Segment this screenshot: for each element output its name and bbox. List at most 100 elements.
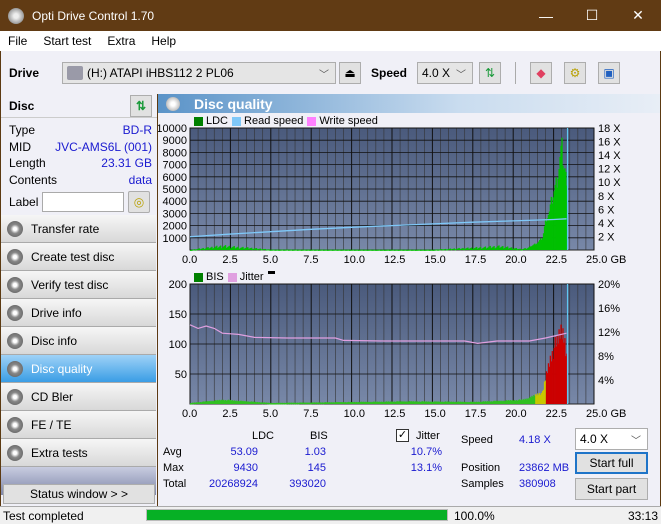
y2-tick-label: 8% xyxy=(598,351,614,363)
y2-tick-label: 8 X xyxy=(598,191,615,203)
x-tick-label: 7.5 xyxy=(303,254,318,266)
y-tick-label: 5000 xyxy=(163,184,187,196)
start-part-button[interactable]: Start part xyxy=(575,478,648,500)
drive-select[interactable]: (H:) ATAPI iHBS112 2 PL06 ﹀ xyxy=(62,61,336,84)
erase-button[interactable]: ◆ xyxy=(530,61,552,84)
y2-tick-label: 6 X xyxy=(598,204,615,216)
chevron-down-icon: ﹀ xyxy=(456,69,466,81)
disc-refresh-button[interactable]: ⇅ xyxy=(130,95,152,117)
label-input[interactable] xyxy=(42,192,124,212)
test-speed-value: 4.0 X xyxy=(580,432,609,446)
y-tick-label: 50 xyxy=(175,369,187,381)
disc-icon xyxy=(7,248,23,265)
speed-select[interactable]: 4.0 X ﹀ xyxy=(417,61,473,84)
disc-header: Disc ⇅ xyxy=(1,94,157,118)
jitter-label: Jitter xyxy=(416,430,440,442)
nav-disc-quality[interactable]: Disc quality xyxy=(1,355,156,383)
nav-extra-tests[interactable]: Extra tests xyxy=(1,439,156,467)
nav-transfer-rate[interactable]: Transfer rate xyxy=(1,215,156,243)
progress-bar xyxy=(146,509,448,521)
bis-chart: 200 150 100 50 20% 16% 12% 8% 4% 0.0 2.5 5.0 7.5 10.0… xyxy=(169,280,627,420)
menu-extra[interactable]: Extra xyxy=(99,34,143,48)
row-label: Avg xyxy=(163,446,182,458)
x-tick-label: 0.0 xyxy=(182,408,197,420)
x-tick-label: 5.0 xyxy=(263,408,278,420)
disc-quality-icon xyxy=(166,96,180,111)
x-tick-label: 15.0 xyxy=(424,254,445,266)
bis-value: 393020 xyxy=(289,478,326,490)
jitter-value: 13.1% xyxy=(410,462,442,474)
menu-help[interactable]: Help xyxy=(143,34,184,48)
chevron-down-icon: ﹀ xyxy=(631,436,641,447)
settings-button[interactable]: ⚙ xyxy=(564,61,586,84)
nav-label: Disc info xyxy=(31,333,78,348)
progress-fill xyxy=(147,510,447,520)
row-label: Max xyxy=(163,462,184,474)
refresh-button[interactable]: ⇅ xyxy=(479,61,501,84)
y2-tick-label: 4 X xyxy=(598,218,615,230)
jitter-checkbox[interactable]: ✓ xyxy=(396,429,409,442)
drive-label: Drive xyxy=(9,65,40,80)
x-tick-label: 25.0 GB xyxy=(586,408,626,420)
legend-marker xyxy=(267,271,275,274)
label-disc-button[interactable]: ◎ xyxy=(128,191,150,213)
status-window-button[interactable]: Status window > > xyxy=(3,484,155,504)
info-row-contents: Contents data xyxy=(1,172,157,189)
disc-icon xyxy=(7,304,23,321)
drive-select-value: (H:) ATAPI iHBS112 2 PL06 xyxy=(87,65,234,80)
menu-start-test[interactable]: Start test xyxy=(35,34,99,48)
nav-label: Create test disc xyxy=(31,249,115,264)
disc-icon xyxy=(7,360,23,377)
x-tick-label: 10.0 xyxy=(344,254,365,266)
jitter-value: 10.7% xyxy=(410,446,442,458)
y-tick-label: 10000 xyxy=(158,124,187,135)
y2-tick-label: 12 X xyxy=(598,164,621,176)
panel-header: Disc quality xyxy=(158,94,660,113)
info-row-type: Type BD-R xyxy=(1,122,157,139)
y-tick-label: 1000 xyxy=(163,233,187,245)
info-value: 23.31 GB xyxy=(101,156,152,171)
ldc-value: 53.09 xyxy=(230,446,258,458)
minimize-button[interactable]: — xyxy=(523,0,569,31)
speed-stat-value: 4.18 X xyxy=(519,434,551,446)
x-tick-label: 17.5 xyxy=(465,254,486,266)
y-tick-label: 200 xyxy=(169,280,187,291)
x-tick-label: 2.5 xyxy=(222,408,237,420)
nav-drive-info[interactable]: Drive info xyxy=(1,299,156,327)
status-bar: Test completed 100.0% 33:13 xyxy=(0,506,661,524)
app-icon xyxy=(8,7,24,24)
x-tick-label: 12.5 xyxy=(384,408,405,420)
menu-bar: File Start test Extra Help xyxy=(0,31,661,51)
disc-icon xyxy=(7,444,23,461)
x-tick-label: 15.0 xyxy=(424,408,445,420)
speed-stat-label: Speed xyxy=(461,434,493,446)
maximize-button[interactable]: ☐ xyxy=(569,0,615,31)
nav-cd-bler[interactable]: CD Bler xyxy=(1,383,156,411)
nav-disc-info[interactable]: Disc info xyxy=(1,327,156,355)
x-tick-label: 2.5 xyxy=(222,254,237,266)
eject-button[interactable]: ⏏ xyxy=(339,61,361,84)
toolbar-divider xyxy=(515,61,516,84)
test-speed-select[interactable]: 4.0 X ﹀ xyxy=(575,428,648,450)
save-button[interactable]: ▣ xyxy=(598,61,620,84)
disc-icon xyxy=(7,332,23,349)
speed-label: Speed xyxy=(371,65,408,80)
close-button[interactable]: ✕ xyxy=(615,0,661,31)
nav-verify-test-disc[interactable]: Verify test disc xyxy=(1,271,156,299)
disc-icon xyxy=(7,220,23,237)
nav-label: Transfer rate xyxy=(31,221,100,236)
y2-tick-label: 20% xyxy=(598,280,620,291)
nav-fe-te[interactable]: FE / TE xyxy=(1,411,156,439)
info-row-length: Length 23.31 GB xyxy=(1,155,157,172)
menu-file[interactable]: File xyxy=(0,34,35,48)
progress-label: 100.0% xyxy=(454,509,495,523)
start-full-button[interactable]: Start full xyxy=(575,452,648,474)
nav-create-test-disc[interactable]: Create test disc xyxy=(1,243,156,271)
label-label: Label xyxy=(9,195,39,209)
nav-label: Verify test disc xyxy=(31,277,109,292)
y2-tick-label: 14 X xyxy=(598,150,621,162)
x-tick-label: 25.0 GB xyxy=(586,254,626,266)
nav-label: Drive info xyxy=(31,305,82,320)
info-key: Type xyxy=(9,123,36,138)
info-key: Length xyxy=(9,156,46,171)
